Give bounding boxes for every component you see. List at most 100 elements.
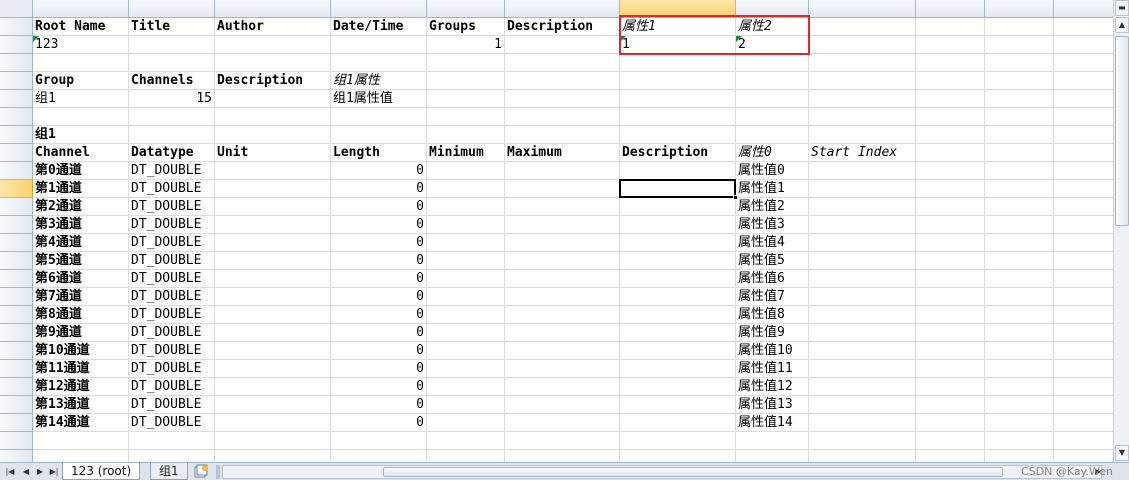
cell-l19[interactable] xyxy=(1054,342,1113,360)
cell-f15[interactable] xyxy=(505,270,620,288)
column-header-g[interactable] xyxy=(620,0,736,18)
cell-i3[interactable] xyxy=(809,54,916,72)
cell-k7[interactable] xyxy=(985,126,1054,144)
cell-d1[interactable]: Date/Time xyxy=(331,18,427,36)
cell-i11[interactable] xyxy=(809,198,916,216)
cell-e2[interactable]: 1 xyxy=(427,36,505,54)
cell-f23[interactable] xyxy=(505,414,620,432)
cell-i14[interactable] xyxy=(809,252,916,270)
cell-d4[interactable]: 组1属性 xyxy=(331,72,427,90)
cell-c16[interactable] xyxy=(215,288,331,306)
cell-k14[interactable] xyxy=(985,252,1054,270)
cell-h8[interactable]: 属性0 xyxy=(736,144,809,162)
cell-a1[interactable]: Root Name xyxy=(33,18,129,36)
spreadsheet-grid[interactable]: Root Name Title Author Date/Time Groups Descr… xyxy=(0,0,1113,462)
cell-g15[interactable] xyxy=(620,270,736,288)
cell-f11[interactable] xyxy=(505,198,620,216)
cell-a17[interactable]: 第8通道 xyxy=(33,306,129,324)
cell-k25[interactable] xyxy=(985,450,1054,462)
cell-l2[interactable] xyxy=(1054,36,1113,54)
cell-c15[interactable] xyxy=(215,270,331,288)
cell-b7[interactable] xyxy=(129,126,215,144)
row-header-3[interactable] xyxy=(0,54,33,72)
cell-j12[interactable] xyxy=(916,216,985,234)
cell-c17[interactable] xyxy=(215,306,331,324)
cell-e7[interactable] xyxy=(427,126,505,144)
cell-d10[interactable]: 0 xyxy=(331,180,427,198)
cell-k4[interactable] xyxy=(985,72,1054,90)
cell-k23[interactable] xyxy=(985,414,1054,432)
cell-f14[interactable] xyxy=(505,252,620,270)
cell-a6[interactable] xyxy=(33,108,129,126)
cell-g12[interactable] xyxy=(620,216,736,234)
horizontal-scrollbar[interactable] xyxy=(222,465,1102,479)
cell-h11[interactable]: 属性值2 xyxy=(736,198,809,216)
cell-j7[interactable] xyxy=(916,126,985,144)
cell-e9[interactable] xyxy=(427,162,505,180)
cell-h3[interactable] xyxy=(736,54,809,72)
row-header-8[interactable] xyxy=(0,144,33,162)
row-header-5[interactable] xyxy=(0,90,33,108)
cell-b9[interactable]: DT_DOUBLE xyxy=(129,162,215,180)
cell-f17[interactable] xyxy=(505,306,620,324)
row-header-14[interactable] xyxy=(0,252,33,270)
cell-k18[interactable] xyxy=(985,324,1054,342)
cell-b16[interactable]: DT_DOUBLE xyxy=(129,288,215,306)
cell-i17[interactable] xyxy=(809,306,916,324)
prev-sheet-icon[interactable]: ◀ xyxy=(20,465,32,478)
cell-j4[interactable] xyxy=(916,72,985,90)
row-header-24[interactable] xyxy=(0,432,33,450)
cell-a5[interactable]: 组1 xyxy=(33,90,129,108)
cell-e15[interactable] xyxy=(427,270,505,288)
cell-e17[interactable] xyxy=(427,306,505,324)
cell-d13[interactable]: 0 xyxy=(331,234,427,252)
cell-b23[interactable]: DT_DOUBLE xyxy=(129,414,215,432)
cell-e25[interactable] xyxy=(427,450,505,462)
column-header-a[interactable] xyxy=(33,0,129,18)
cell-g7[interactable] xyxy=(620,126,736,144)
cell-f16[interactable] xyxy=(505,288,620,306)
cell-f1[interactable]: Description xyxy=(505,18,620,36)
cell-a16[interactable]: 第7通道 xyxy=(33,288,129,306)
cell-d2[interactable] xyxy=(331,36,427,54)
cell-c9[interactable] xyxy=(215,162,331,180)
cell-d14[interactable]: 0 xyxy=(331,252,427,270)
cell-i4[interactable] xyxy=(809,72,916,90)
cell-b21[interactable]: DT_DOUBLE xyxy=(129,378,215,396)
cell-b12[interactable]: DT_DOUBLE xyxy=(129,216,215,234)
cell-f2[interactable] xyxy=(505,36,620,54)
cell-b15[interactable]: DT_DOUBLE xyxy=(129,270,215,288)
cell-j19[interactable] xyxy=(916,342,985,360)
row-header-18[interactable] xyxy=(0,324,33,342)
cell-d20[interactable]: 0 xyxy=(331,360,427,378)
cell-b13[interactable]: DT_DOUBLE xyxy=(129,234,215,252)
cell-f24[interactable] xyxy=(505,432,620,450)
cell-i10[interactable] xyxy=(809,180,916,198)
cell-d5[interactable]: 组1属性值 xyxy=(331,90,427,108)
row-header-21[interactable] xyxy=(0,378,33,396)
cell-h16[interactable]: 属性值7 xyxy=(736,288,809,306)
cell-d6[interactable] xyxy=(331,108,427,126)
cell-i2[interactable] xyxy=(809,36,916,54)
cell-e1[interactable]: Groups xyxy=(427,18,505,36)
cell-c5[interactable] xyxy=(215,90,331,108)
cell-e12[interactable] xyxy=(427,216,505,234)
cell-i21[interactable] xyxy=(809,378,916,396)
row-header-9[interactable] xyxy=(0,162,33,180)
cell-a12[interactable]: 第3通道 xyxy=(33,216,129,234)
cell-l7[interactable] xyxy=(1054,126,1113,144)
cell-h18[interactable]: 属性值9 xyxy=(736,324,809,342)
cell-h15[interactable]: 属性值6 xyxy=(736,270,809,288)
cell-l11[interactable] xyxy=(1054,198,1113,216)
cell-j2[interactable] xyxy=(916,36,985,54)
cell-b11[interactable]: DT_DOUBLE xyxy=(129,198,215,216)
cell-j23[interactable] xyxy=(916,414,985,432)
row-header-1[interactable] xyxy=(0,18,33,36)
cell-j21[interactable] xyxy=(916,378,985,396)
row-header-22[interactable] xyxy=(0,396,33,414)
column-header-e[interactable] xyxy=(427,0,505,18)
cell-h25[interactable] xyxy=(736,450,809,462)
cell-g2[interactable]: 1 xyxy=(620,36,736,54)
cell-h13[interactable]: 属性值4 xyxy=(736,234,809,252)
cell-d17[interactable]: 0 xyxy=(331,306,427,324)
